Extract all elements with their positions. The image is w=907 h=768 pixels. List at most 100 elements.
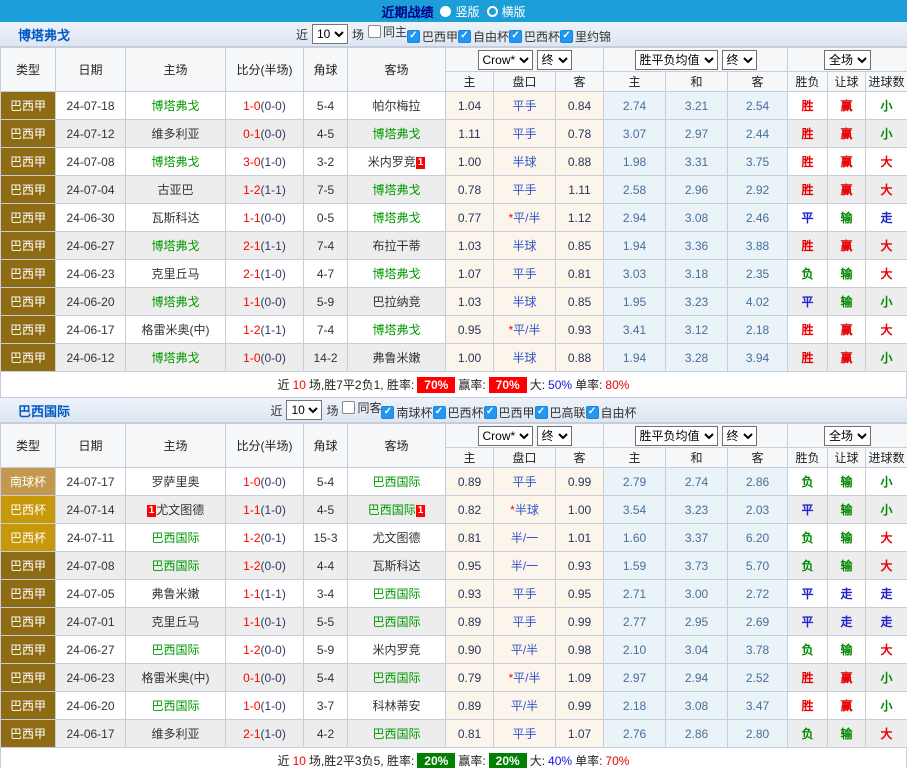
league-checkbox[interactable]: 巴西甲 (407, 28, 458, 45)
checkbox-checked-icon[interactable] (381, 406, 394, 419)
avg-odds-select[interactable]: 胜平负均值 (635, 426, 718, 446)
home-team-link[interactable]: 克里丘马 (151, 267, 199, 281)
section-team-name[interactable]: 博塔弗戈 (18, 25, 70, 44)
layout-option-horizontal[interactable]: 横版 (487, 3, 526, 20)
odds-stage-select[interactable]: 终 (537, 426, 572, 446)
match-count-select[interactable]: 10 (312, 24, 348, 44)
same-venue-checkbox[interactable]: 同客 (342, 399, 381, 416)
avg-odds-select[interactable]: 胜平负均值 (635, 50, 718, 70)
checkbox-checked-icon[interactable] (586, 406, 599, 419)
league-checkbox[interactable]: 自由杯 (458, 28, 509, 45)
halftime-score: (1-1) (261, 239, 286, 253)
col-away-header: 客场 (348, 48, 446, 92)
radio-selected-icon[interactable] (440, 6, 451, 17)
fulltime-score: 1-2 (243, 643, 260, 657)
checkbox-unchecked-icon[interactable] (342, 401, 355, 414)
away-team-link[interactable]: 布拉干蒂 (372, 239, 420, 253)
scope-select[interactable]: 全场 (824, 50, 871, 70)
home-team-link[interactable]: 巴西国际 (151, 643, 199, 657)
league-checkbox[interactable]: 自由杯 (586, 404, 637, 421)
bookmaker-select[interactable]: Crow* (478, 50, 533, 70)
home-team-link[interactable]: 克里丘马 (151, 615, 199, 629)
result-goals: 大 (881, 267, 893, 281)
checkbox-unchecked-icon[interactable] (368, 25, 381, 38)
away-team-link[interactable]: 巴西国际 (372, 671, 420, 685)
away-team-link[interactable]: 帕尔梅拉 (372, 99, 420, 113)
result-outcome: 平 (802, 503, 814, 517)
league-checkbox[interactable]: 南球杯 (381, 404, 432, 421)
away-team-link[interactable]: 巴西国际 (372, 587, 420, 601)
home-team-link[interactable]: 巴西国际 (151, 531, 199, 545)
away-team-link[interactable]: 弗鲁米嫩 (372, 351, 420, 365)
home-team-cell: 1尤文图德 (126, 496, 226, 524)
handicap-cell: 平手 (494, 120, 556, 148)
away-team-link[interactable]: 巴西国际 (372, 615, 420, 629)
section-team-name[interactable]: 巴西国际 (18, 401, 70, 420)
avg-away-odds: 3.88 (746, 239, 769, 253)
away-team-link[interactable]: 米内罗竞 (372, 643, 420, 657)
checkbox-checked-icon[interactable] (535, 406, 548, 419)
away-team-link[interactable]: 博塔弗戈 (372, 127, 420, 141)
league-checkbox[interactable]: 巴西杯 (509, 28, 560, 45)
col-score-header: 比分(半场) (226, 424, 304, 468)
away-team-link[interactable]: 博塔弗戈 (372, 323, 420, 337)
home-team-link[interactable]: 博塔弗戈 (151, 99, 199, 113)
league-checkbox[interactable]: 巴西甲 (484, 404, 535, 421)
crow-home-odds: 0.89 (458, 475, 481, 489)
checkbox-checked-icon[interactable] (433, 406, 446, 419)
sub-avg-home-header: 主 (604, 448, 666, 468)
home-team-link[interactable]: 瓦斯科达 (151, 211, 199, 225)
league-checkbox[interactable]: 里约锦 (560, 28, 611, 45)
home-team-link[interactable]: 博塔弗戈 (151, 239, 199, 253)
home-team-link[interactable]: 格雷米奥(中) (142, 323, 210, 337)
avg-odds-select-group: 胜平负均值终 (604, 48, 788, 72)
away-team-link[interactable]: 博塔弗戈 (372, 267, 420, 281)
away-team-link[interactable]: 巴西国际 (368, 503, 416, 517)
away-team-link[interactable]: 巴拉纳竞 (372, 295, 420, 309)
checkbox-checked-icon[interactable] (509, 30, 522, 43)
league-checkbox[interactable]: 巴高联 (535, 404, 586, 421)
corner-count: 4-7 (317, 267, 334, 281)
home-team-link[interactable]: 维多利亚 (151, 127, 199, 141)
home-team-link[interactable]: 博塔弗戈 (151, 351, 199, 365)
avg-draw-odds-cell: 3.21 (666, 92, 728, 120)
result-handicap-cell: 赢 (828, 176, 866, 204)
home-team-link[interactable]: 博塔弗戈 (151, 295, 199, 309)
checkbox-checked-icon[interactable] (560, 30, 573, 43)
home-team-link[interactable]: 弗鲁米嫩 (151, 587, 199, 601)
same-venue-checkbox[interactable]: 同主 (368, 23, 407, 40)
odds-stage-select[interactable]: 终 (537, 50, 572, 70)
home-team-link[interactable]: 巴西国际 (151, 559, 199, 573)
away-team-link[interactable]: 科林蒂安 (372, 699, 420, 713)
away-team-link[interactable]: 巴西国际 (372, 475, 420, 489)
home-team-link[interactable]: 格雷米奥(中) (142, 671, 210, 685)
home-team-link[interactable]: 尤文图德 (156, 503, 204, 517)
checkbox-label: 巴西杯 (524, 28, 560, 45)
home-team-link[interactable]: 罗萨里奥 (151, 475, 199, 489)
crow-away-odds-cell: 0.99 (556, 692, 604, 720)
away-team-link[interactable]: 巴西国际 (372, 727, 420, 741)
checkbox-checked-icon[interactable] (407, 30, 420, 43)
match-row: 巴西杯24-07-141尤文图德1-1(1-0)4-5巴西国际10.82*半球1… (1, 496, 907, 524)
away-team-link[interactable]: 瓦斯科达 (372, 559, 420, 573)
checkbox-checked-icon[interactable] (458, 30, 471, 43)
col-date-header: 日期 (56, 48, 126, 92)
away-team-link[interactable]: 博塔弗戈 (372, 183, 420, 197)
radio-unselected-icon[interactable] (487, 6, 498, 17)
home-team-link[interactable]: 博塔弗戈 (151, 155, 199, 169)
checkbox-checked-icon[interactable] (484, 406, 497, 419)
scope-select[interactable]: 全场 (824, 426, 871, 446)
avg-stage-select[interactable]: 终 (722, 426, 757, 446)
home-team-link[interactable]: 巴西国际 (151, 699, 199, 713)
match-date: 24-07-01 (66, 615, 114, 629)
league-checkbox[interactable]: 巴西杯 (433, 404, 484, 421)
home-team-link[interactable]: 维多利亚 (151, 727, 199, 741)
away-team-link[interactable]: 米内罗竞 (368, 155, 416, 169)
away-team-link[interactable]: 尤文图德 (372, 531, 420, 545)
bookmaker-select[interactable]: Crow* (478, 426, 533, 446)
avg-stage-select[interactable]: 终 (722, 50, 757, 70)
match-count-select[interactable]: 10 (286, 400, 322, 420)
away-team-link[interactable]: 博塔弗戈 (372, 211, 420, 225)
home-team-link[interactable]: 古亚巴 (157, 183, 193, 197)
layout-option-vertical[interactable]: 竖版 (440, 3, 479, 20)
